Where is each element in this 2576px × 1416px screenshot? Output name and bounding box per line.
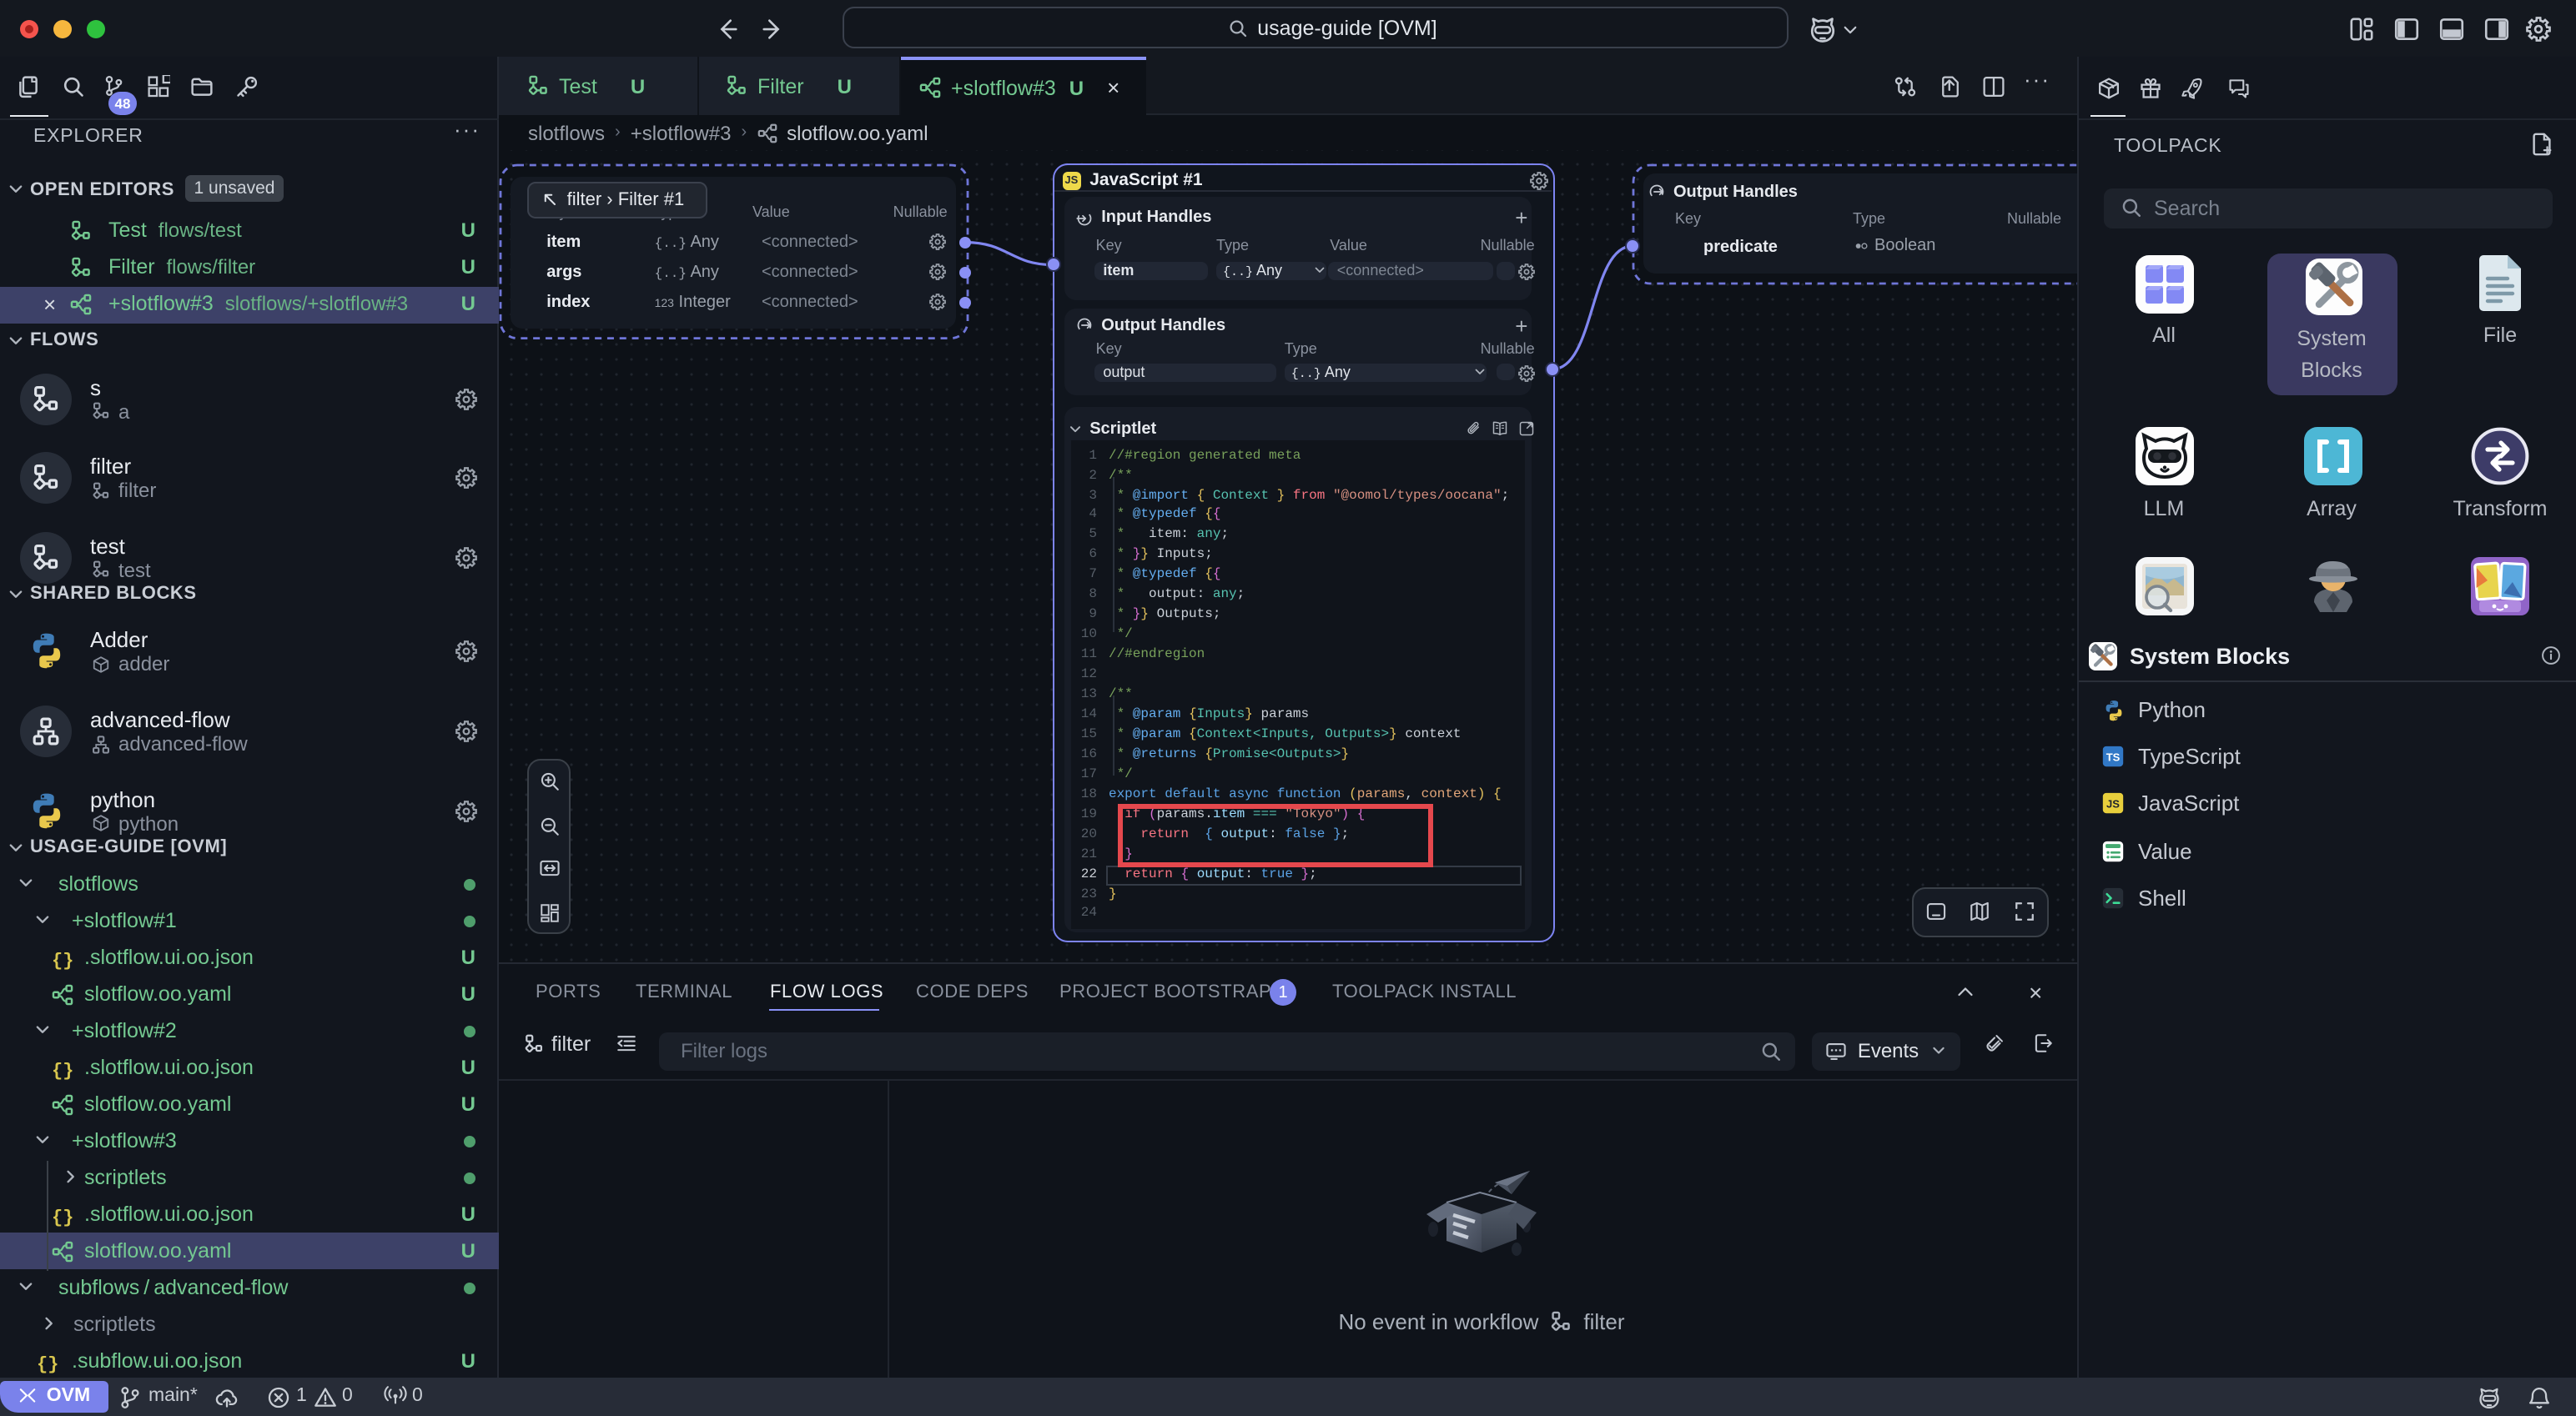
svg-text:JS: JS (2106, 798, 2120, 811)
svg-text:TS: TS (2106, 751, 2121, 764)
